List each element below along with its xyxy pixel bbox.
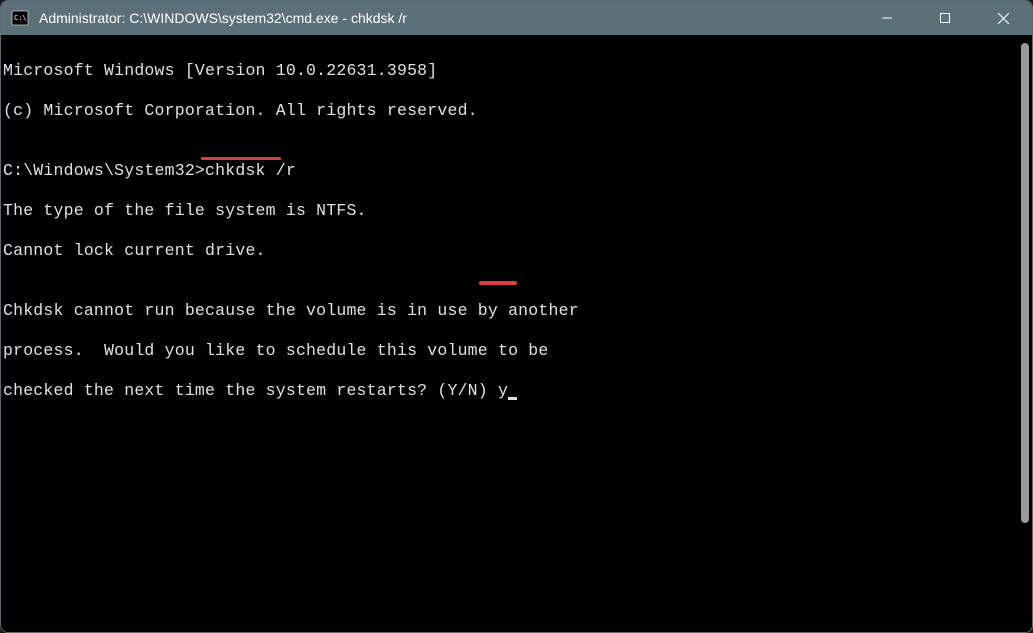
titlebar[interactable]: C:\ Administrator: C:\WINDOWS\system32\c… xyxy=(1,1,1032,35)
prompt-path: C:\Windows\System32> xyxy=(3,161,205,180)
maximize-button[interactable] xyxy=(916,1,974,35)
cursor-icon xyxy=(508,397,517,400)
close-button[interactable] xyxy=(974,1,1032,35)
svg-text:C:\: C:\ xyxy=(14,14,27,22)
typed-command: chkdsk /r xyxy=(205,161,296,180)
terminal-area[interactable]: Microsoft Windows [Version 10.0.22631.39… xyxy=(1,35,1032,632)
minimize-button[interactable] xyxy=(858,1,916,35)
prompt-line: C:\Windows\System32>chkdsk /r xyxy=(3,161,1014,181)
output-line: checked the next time the system restart… xyxy=(3,381,1014,401)
vertical-scrollbar[interactable] xyxy=(1016,35,1032,632)
output-line: Microsoft Windows [Version 10.0.22631.39… xyxy=(3,61,1014,81)
window-title: Administrator: C:\WINDOWS\system32\cmd.e… xyxy=(39,10,858,26)
terminal-output[interactable]: Microsoft Windows [Version 10.0.22631.39… xyxy=(1,35,1016,632)
output-line: Cannot lock current drive. xyxy=(3,241,1014,261)
output-line: The type of the file system is NTFS. xyxy=(3,201,1014,221)
window-controls xyxy=(858,1,1032,35)
user-input: y xyxy=(498,381,508,400)
prompt-question: checked the next time the system restart… xyxy=(3,381,498,400)
cmd-window: C:\ Administrator: C:\WINDOWS\system32\c… xyxy=(0,0,1033,633)
annotation-underline xyxy=(201,157,281,160)
annotation-underline xyxy=(479,281,517,285)
output-line: Chkdsk cannot run because the volume is … xyxy=(3,301,1014,321)
cmd-icon: C:\ xyxy=(11,9,29,27)
output-line: (c) Microsoft Corporation. All rights re… xyxy=(3,101,1014,121)
output-line: process. Would you like to schedule this… xyxy=(3,341,1014,361)
scrollbar-thumb[interactable] xyxy=(1021,43,1029,523)
